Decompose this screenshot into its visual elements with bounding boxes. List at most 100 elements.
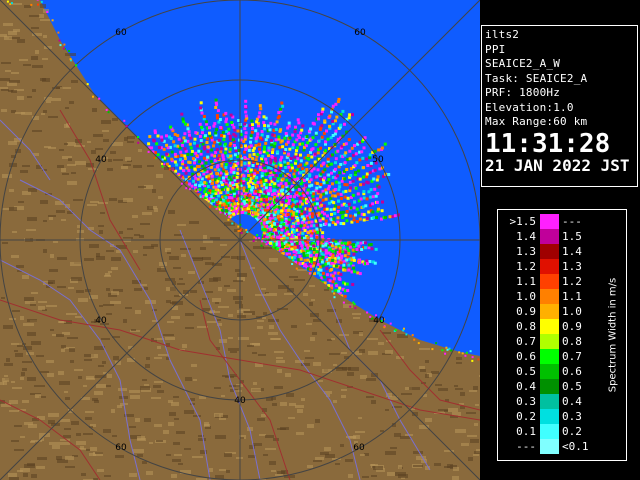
terrain-patch [274, 351, 284, 353]
echo-gate [281, 188, 285, 192]
coastal-echo [292, 259, 295, 262]
echo-gate [324, 140, 328, 144]
echo-gate [216, 109, 220, 113]
terrain-patch [68, 158, 72, 161]
coastal-echo [36, 0, 39, 1]
echo-gate [199, 101, 203, 105]
terrain-patch [247, 345, 254, 347]
terrain-patch [146, 471, 153, 475]
echo-gate [321, 255, 325, 259]
terrain-patch [307, 465, 313, 468]
terrain-patch [366, 378, 376, 381]
legend-swatch [540, 259, 559, 274]
echo-gate [314, 131, 318, 135]
task-name: Task: SEAICE2_A [485, 71, 588, 85]
echo-gate [352, 252, 356, 256]
terrain-patch [23, 473, 28, 477]
echo-gate [306, 246, 310, 250]
terrain-patch [312, 332, 317, 335]
legend-swatch [540, 394, 559, 409]
echo-gate [175, 163, 179, 167]
terrain-patch [258, 354, 266, 356]
echo-gate [269, 121, 273, 125]
terrain-patch [355, 431, 365, 433]
echo-gate [200, 111, 204, 115]
echo-gate [282, 222, 286, 226]
echo-gate [244, 114, 248, 118]
prf-value: PRF: 1800Hz [485, 86, 561, 99]
echo-gate [177, 137, 181, 141]
terrain-patch [335, 463, 340, 465]
terrain-patch [157, 390, 164, 393]
echo-gate [265, 225, 269, 229]
echo-gate [217, 177, 221, 181]
echo-gate [219, 126, 223, 129]
echo-gate [365, 172, 369, 176]
echo-gate [215, 114, 219, 117]
echo-gate [312, 261, 316, 265]
terrain-patch [12, 231, 17, 233]
terrain-patch [60, 87, 71, 89]
echo-gate [247, 174, 251, 177]
echo-gate [191, 157, 195, 161]
echo-gate [194, 183, 197, 187]
terrain-patch [276, 360, 285, 363]
echo-gate [376, 192, 380, 196]
echo-gate [301, 142, 304, 146]
terrain-patch [123, 319, 127, 323]
echo-gate [337, 256, 341, 260]
echo-gate [339, 222, 343, 225]
echo-gate [335, 115, 339, 119]
terrain-patch [152, 189, 156, 193]
terrain-patch [455, 388, 463, 390]
terrain-patch [390, 447, 397, 449]
terrain-patch [83, 433, 93, 435]
echo-gate [330, 244, 334, 248]
echo-gate [328, 248, 332, 252]
terrain-patch [90, 447, 97, 451]
echo-gate [172, 140, 176, 144]
echo-gate [361, 156, 365, 160]
echo-gate [170, 157, 174, 161]
echo-gate [193, 137, 197, 141]
echo-gate [352, 206, 356, 210]
legend-swatch [540, 229, 559, 244]
echo-gate [206, 155, 210, 159]
coastal-echo [69, 58, 72, 61]
echo-gate [344, 151, 348, 155]
terrain-patch [56, 456, 62, 460]
terrain-patch [257, 320, 264, 322]
terrain-patch [36, 466, 45, 469]
echo-gate [348, 241, 352, 245]
coastal-echo [465, 351, 468, 354]
terrain-patch [58, 371, 64, 375]
echo-gate [355, 220, 359, 223]
terrain-patch [224, 285, 230, 287]
echo-gate [345, 219, 349, 223]
echo-gate [210, 165, 214, 169]
terrain-patch [173, 442, 180, 445]
echo-gate [202, 145, 206, 149]
coastal-echo [252, 240, 255, 242]
echo-gate [324, 188, 328, 192]
echo-gate [336, 220, 340, 224]
echo-gate [183, 132, 187, 136]
echo-gate [220, 147, 223, 151]
echo-gate [276, 150, 280, 154]
terrain-patch [255, 294, 266, 296]
echo-gate [224, 170, 228, 174]
echo-gate [183, 139, 187, 143]
echo-gate [349, 206, 353, 210]
terrain-patch [15, 353, 23, 357]
terrain-patch [4, 36, 12, 40]
coastal-echo [123, 119, 126, 122]
echo-gate [180, 153, 184, 157]
terrain-patch [113, 159, 123, 161]
terrain-patch [205, 291, 213, 293]
echo-gate [293, 130, 297, 134]
echo-gate [277, 243, 281, 247]
terrain-patch [177, 283, 185, 285]
terrain-patch [265, 435, 274, 438]
range-label: 60 [115, 28, 127, 38]
echo-gate [183, 147, 187, 151]
